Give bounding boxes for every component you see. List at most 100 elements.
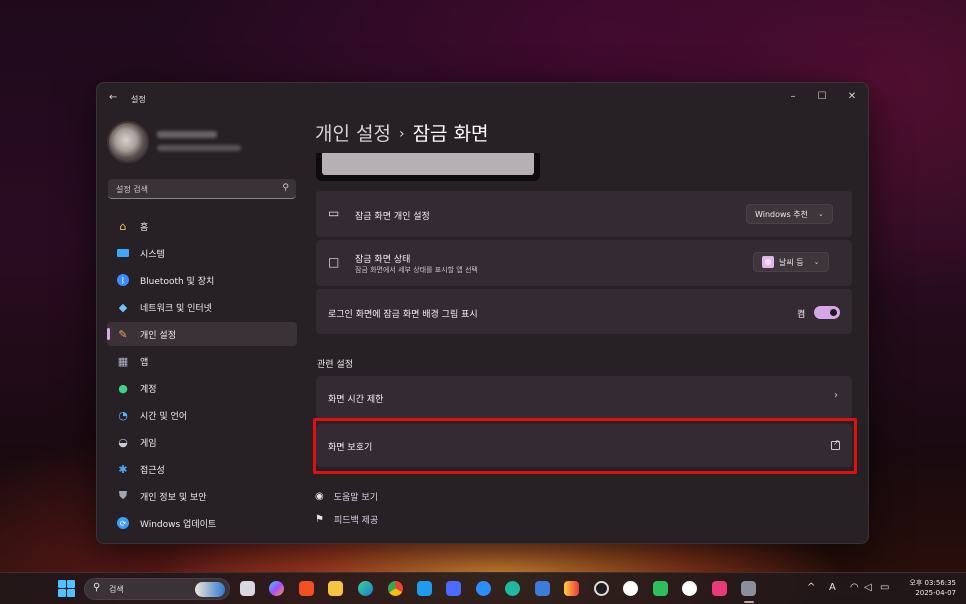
card-subtitle: 잠금 화면에서 세부 상태를 표시할 앱 선택 bbox=[355, 266, 478, 274]
dropdown-value: Windows 추천 bbox=[755, 209, 808, 219]
apps-icon: ▦ bbox=[117, 354, 129, 368]
highlight-box bbox=[313, 418, 857, 474]
title-bar: ← 설정 – ☐ ✕ bbox=[97, 83, 868, 113]
sidebar-item-time-language[interactable]: ◔ 시간 및 언어 bbox=[107, 403, 297, 427]
sidebar-item-label: 접근성 bbox=[140, 465, 165, 476]
todo-icon[interactable] bbox=[535, 581, 550, 596]
brush-icon: ✎ bbox=[118, 327, 128, 341]
chrome-icon[interactable] bbox=[388, 581, 403, 596]
tray-chevron-icon[interactable]: ^ bbox=[807, 582, 815, 593]
sign-in-background-card: 로그인 화면에 잠금 화면 배경 그림 표시 켬 bbox=[316, 289, 852, 334]
sidebar-item-label: 시스템 bbox=[140, 249, 165, 260]
sign-in-background-toggle[interactable] bbox=[814, 306, 840, 319]
messenger-icon[interactable] bbox=[446, 581, 461, 596]
twitter-icon[interactable] bbox=[417, 581, 432, 596]
minimize-button[interactable]: – bbox=[779, 89, 807, 105]
chevron-down-icon: ⌄ bbox=[813, 258, 820, 266]
wifi-icon[interactable]: ◠ bbox=[850, 582, 859, 593]
app-title: 설정 bbox=[131, 95, 146, 104]
settings-search[interactable]: ⚲ bbox=[108, 179, 296, 199]
sidebar-item-gaming[interactable]: ◒ 게임 bbox=[107, 430, 297, 454]
get-help-link[interactable]: ◉ 도움말 보기 bbox=[315, 490, 378, 503]
chatgpt-icon[interactable] bbox=[682, 581, 697, 596]
sidebar-item-personalization[interactable]: ✎ 개인 설정 bbox=[107, 322, 297, 346]
speaker-icon[interactable]: ◁ bbox=[864, 582, 872, 593]
battery-icon[interactable]: ▭ bbox=[880, 582, 889, 593]
give-feedback-link[interactable]: ⚑ 피드백 제공 bbox=[315, 513, 378, 526]
lock-screen-personalize-dropdown[interactable]: Windows 추천 ⌄ bbox=[746, 204, 833, 224]
chevron-down-icon: ⌄ bbox=[817, 210, 824, 218]
clock-time[interactable]: 오후 03:56:35 bbox=[904, 578, 956, 588]
search-input[interactable] bbox=[116, 182, 276, 196]
zoom-icon[interactable] bbox=[476, 581, 491, 596]
sidebar-item-windows-update[interactable]: ⟳ Windows 업데이트 bbox=[107, 511, 297, 535]
ime-indicator[interactable]: A bbox=[829, 582, 836, 593]
start-button[interactable] bbox=[58, 580, 75, 597]
taskbar-search[interactable]: ⚲ 검색 bbox=[84, 578, 230, 600]
lock-screen-status-dropdown[interactable]: 날씨 등 ⌄ bbox=[753, 252, 829, 272]
close-button[interactable]: ✕ bbox=[838, 89, 866, 105]
sidebar-item-apps[interactable]: ▦ 앱 bbox=[107, 349, 297, 373]
widgets-icon[interactable] bbox=[240, 581, 255, 596]
sidebar-item-system[interactable]: 시스템 bbox=[107, 241, 297, 265]
feedback-icon: ⚑ bbox=[315, 514, 324, 525]
update-icon: ⟳ bbox=[115, 515, 131, 531]
search-highlight-image bbox=[195, 582, 225, 597]
feedback-link-label: 피드백 제공 bbox=[333, 516, 379, 526]
store-icon[interactable] bbox=[299, 581, 314, 596]
lock-screen-icon: ▭ bbox=[328, 206, 340, 220]
sidebar-item-label: 시간 및 언어 bbox=[140, 411, 188, 422]
avatar[interactable] bbox=[107, 121, 149, 163]
lock-screen-preview bbox=[316, 153, 540, 181]
vivaldi-icon[interactable] bbox=[564, 581, 579, 596]
page-title: 잠금 화면 bbox=[412, 123, 489, 145]
lock-screen-preview-image bbox=[322, 153, 534, 175]
sidebar-item-accessibility[interactable]: ✱ 접근성 bbox=[107, 457, 297, 481]
photo-icon[interactable] bbox=[712, 581, 727, 596]
sidebar-item-label: Bluetooth 및 장치 bbox=[140, 276, 215, 287]
card-title: 잠금 화면 개인 설정 bbox=[355, 212, 430, 222]
sidebar-item-privacy[interactable]: ⛊ 개인 정보 및 보안 bbox=[107, 484, 297, 508]
sidebar-item-network[interactable]: ◆ 네트워크 및 인터넷 bbox=[107, 295, 297, 319]
profile-name-blurred bbox=[157, 131, 217, 138]
breadcrumb-parent[interactable]: 개인 설정 bbox=[315, 123, 391, 145]
sidebar-item-label: 앱 bbox=[140, 357, 149, 368]
evernote-icon[interactable] bbox=[653, 581, 668, 596]
toggle-state-label: 켬 bbox=[797, 310, 806, 320]
sidebar-item-accounts[interactable]: ● 계정 bbox=[107, 376, 297, 400]
lock-screen-status-card: □ 잠금 화면 상태 잠금 화면에서 세부 상태를 표시할 앱 선택 날씨 등 … bbox=[316, 240, 852, 286]
edge-icon[interactable] bbox=[358, 581, 373, 596]
bluetooth-icon: ᛒ bbox=[115, 272, 131, 288]
file-explorer-icon[interactable] bbox=[328, 581, 343, 596]
settings-icon[interactable] bbox=[741, 581, 756, 596]
settings-window: ← 설정 – ☐ ✕ ⚲ ⌂ 홈 시스템 ᛒ Bluetooth 및 장치 ◆ … bbox=[96, 82, 869, 544]
shield-icon: ⛊ bbox=[118, 489, 128, 502]
status-app-icon: □ bbox=[328, 255, 340, 269]
chevron-right-icon: › bbox=[834, 390, 838, 401]
sidebar-item-label: 계정 bbox=[140, 384, 157, 395]
obs-icon[interactable] bbox=[594, 581, 609, 596]
perplexity-icon[interactable] bbox=[505, 581, 520, 596]
home-icon: ⌂ bbox=[119, 219, 127, 233]
sidebar-item-label: 개인 정보 및 보안 bbox=[140, 492, 207, 503]
active-app-indicator bbox=[744, 601, 754, 603]
clock-date[interactable]: 2025-04-07 bbox=[904, 589, 956, 597]
copilot-icon[interactable] bbox=[269, 581, 284, 596]
related-settings-title: 관련 설정 bbox=[317, 360, 353, 370]
card-title: 화면 시간 제한 bbox=[328, 395, 384, 405]
search-icon[interactable]: ⚲ bbox=[282, 183, 289, 193]
sidebar-item-label: Windows 업데이트 bbox=[140, 519, 217, 530]
screen-timeout-link[interactable]: 화면 시간 제한 › bbox=[316, 376, 852, 419]
sync-icon[interactable] bbox=[623, 581, 638, 596]
card-title: 로그인 화면에 잠금 화면 배경 그림 표시 bbox=[328, 310, 478, 320]
help-link-label: 도움말 보기 bbox=[333, 493, 378, 503]
sidebar-item-home[interactable]: ⌂ 홈 bbox=[107, 214, 297, 238]
breadcrumb: 개인 설정 › 잠금 화면 bbox=[315, 119, 489, 146]
back-arrow-icon[interactable]: ← bbox=[109, 92, 117, 103]
weather-app-icon bbox=[762, 256, 774, 268]
sidebar-item-bluetooth[interactable]: ᛒ Bluetooth 및 장치 bbox=[107, 268, 297, 292]
dropdown-value: 날씨 등 bbox=[779, 257, 804, 267]
sidebar-item-label: 게임 bbox=[140, 438, 157, 449]
sidebar-item-label: 네트워크 및 인터넷 bbox=[140, 303, 212, 314]
maximize-button[interactable]: ☐ bbox=[808, 89, 836, 105]
